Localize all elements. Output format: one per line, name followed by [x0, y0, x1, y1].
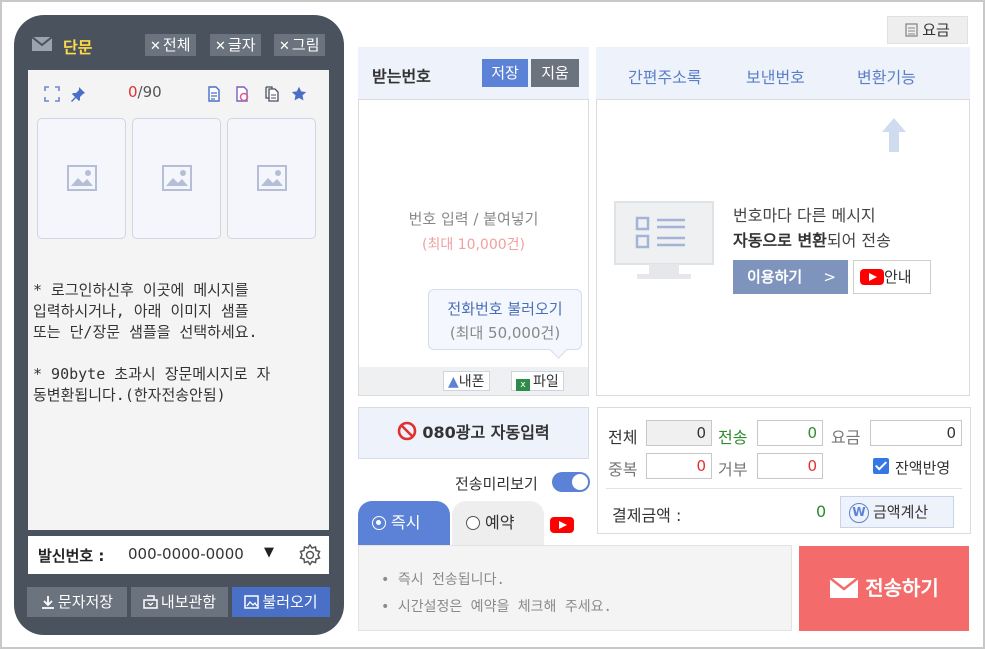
- payment-label: 결제금액 :: [612, 506, 682, 525]
- file-upload-button[interactable]: x 파일: [511, 371, 564, 391]
- image-icon: [257, 165, 287, 191]
- star-icon[interactable]: [291, 86, 307, 102]
- list-icon: [905, 23, 918, 37]
- message-phone-panel: 단문 ✕ 전체 ✕ 글자 ✕ 그림 0/90 * 로그인하신후 이곳에 메시지를…: [14, 15, 344, 635]
- image-sample-slot-3[interactable]: [227, 118, 316, 239]
- total-label: 전체: [608, 428, 638, 447]
- upload-arrow-icon: ▲: [448, 374, 459, 390]
- radio-selected: [372, 516, 386, 530]
- sender-number-select[interactable]: 000-0000-0000: [128, 545, 244, 563]
- calculate-amount-button[interactable]: W 금액계산: [840, 496, 954, 528]
- load-message-button[interactable]: 불러오기: [232, 587, 330, 617]
- payment-amount: 0: [816, 502, 827, 521]
- reject-label: 거부: [718, 460, 748, 479]
- image-sample-slot-2[interactable]: [132, 118, 221, 239]
- clear-all-button[interactable]: ✕ 전체: [145, 34, 196, 56]
- storage-box-icon: [143, 595, 158, 609]
- duplicate-count: 0: [646, 453, 712, 479]
- youtube-icon[interactable]: [550, 517, 574, 533]
- save-message-button[interactable]: 문자저장: [27, 587, 127, 617]
- send-preview-toggle[interactable]: [552, 472, 590, 492]
- phone-screen: 0/90 * 로그인하신후 이곳에 메시지를 입력하시거나, 아래 이미지 샘플…: [28, 70, 329, 530]
- duplicate-label: 중복: [608, 460, 638, 479]
- tab-sent-numbers[interactable]: 보낸번호: [746, 64, 805, 88]
- save-numbers-button[interactable]: 저장: [482, 59, 528, 87]
- reject-count: 0: [757, 453, 823, 479]
- balance-apply-label: 잔액반영: [895, 459, 951, 477]
- balance-apply-checkbox[interactable]: [873, 458, 889, 474]
- fee-amount: 0: [870, 420, 962, 446]
- use-feature-button[interactable]: 이용하기 >: [733, 260, 848, 294]
- send-stats-panel: 전체 0 전송 0 요금 0 중복 0 거부 0 잔액반영 결제금액 : 0 W…: [597, 407, 971, 534]
- x-icon: ✕: [150, 39, 161, 54]
- x-icon: ✕: [279, 39, 290, 54]
- message-guide-2: * 90byte 초과시 장문메시지로 자 동변환됩니다.(한자전송안됨): [33, 365, 271, 404]
- excel-icon: x: [516, 379, 530, 391]
- send-preview-label: 전송미리보기: [455, 475, 538, 493]
- receiver-number-input[interactable]: 번호 입력 / 붙여넣기 (최대 10,000건) 전화번호 불러오기 (최대 …: [358, 99, 589, 396]
- sender-number-row: 발신번호 : 000-0000-0000 ▼: [28, 536, 329, 574]
- dropdown-caret-icon[interactable]: ▼: [264, 545, 274, 560]
- editor-toolbar: 0/90: [28, 70, 329, 110]
- load-phone-numbers-tooltip: 전화번호 불러오기 (최대 50,000건): [428, 289, 582, 350]
- feature-tabs: 간편주소록 보낸번호 변환기능: [596, 47, 970, 99]
- mail-icon: [829, 577, 859, 598]
- byte-counter: 0/90: [128, 83, 162, 101]
- clear-numbers-button[interactable]: 지움: [531, 59, 579, 87]
- message-guide-1: * 로그인하신후 이곳에 메시지를 입력하시거나, 아래 이미지 샘플 또는 단…: [33, 281, 258, 341]
- special-char-icon[interactable]: [234, 86, 250, 102]
- tab-address-book[interactable]: 간편주소록: [628, 64, 702, 88]
- send-notice-box: • 즉시 전송됩니다. • 시간설정은 예약을 체크해 주세요.: [358, 545, 792, 631]
- chevron-right-icon: >: [823, 268, 836, 286]
- clear-image-button[interactable]: ✕ 그림: [274, 34, 325, 56]
- sender-number-label: 발신번호 :: [38, 547, 105, 565]
- download-icon: [41, 596, 54, 609]
- pin-icon[interactable]: [70, 86, 86, 102]
- image-sample-slot-1[interactable]: [37, 118, 126, 239]
- receiver-header: 받는번호 저장 지움: [358, 47, 589, 99]
- mail-icon: [32, 37, 52, 51]
- sent-count: 0: [757, 420, 823, 446]
- receiver-max-hint: (최대 10,000건): [421, 237, 525, 253]
- notice-line-1: • 즉시 전송됩니다.: [381, 572, 505, 588]
- my-storage-button[interactable]: 내보관함: [131, 587, 228, 617]
- total-count: 0: [646, 420, 712, 446]
- gear-icon[interactable]: [298, 543, 322, 567]
- image-icon: [162, 165, 192, 191]
- image-icon: [67, 165, 97, 191]
- send-button[interactable]: 전송하기: [799, 546, 969, 631]
- sent-label: 전송: [718, 428, 748, 447]
- monitor-icon: [614, 201, 714, 279]
- clear-text-button[interactable]: ✕ 글자: [210, 34, 261, 56]
- won-icon: W: [849, 503, 869, 523]
- fee-button[interactable]: 요금: [887, 16, 968, 44]
- tab-convert-feature[interactable]: 변환기능: [857, 64, 916, 88]
- copy-document-icon[interactable]: [264, 86, 280, 102]
- radio-unselected: [466, 516, 480, 530]
- arrow-up-icon: [882, 118, 906, 152]
- x-icon: ✕: [215, 39, 226, 54]
- tab-send-reserve[interactable]: 예약: [452, 501, 544, 545]
- tab-send-now[interactable]: 즉시: [358, 501, 450, 545]
- receiver-input-hint: 번호 입력 / 붙여넣기: [408, 210, 539, 228]
- ad-080-auto-input-button[interactable]: 080광고 자동입력: [358, 407, 589, 459]
- receiver-footer: ▲내폰 x 파일: [359, 367, 588, 395]
- document-icon[interactable]: [206, 86, 222, 102]
- notice-line-2: • 시간설정은 예약을 체크해 주세요.: [381, 599, 612, 615]
- my-phone-button[interactable]: ▲내폰: [443, 371, 490, 391]
- image-load-icon: [244, 595, 260, 609]
- info-line-2: 자동으로 변환되어 전송: [733, 231, 891, 250]
- phone-header: 단문 ✕ 전체 ✕ 글자 ✕ 그림: [30, 33, 330, 57]
- message-type-label: 단문: [63, 38, 93, 57]
- divider: [606, 488, 962, 489]
- message-textarea[interactable]: * 로그인하신후 이곳에 메시지를 입력하시거나, 아래 이미지 샘플 또는 단…: [33, 280, 323, 427]
- prohibited-icon: [398, 421, 417, 441]
- expand-icon[interactable]: [44, 86, 60, 102]
- guide-video-button[interactable]: 안내: [853, 260, 931, 294]
- receiver-title: 받는번호: [372, 67, 431, 86]
- feature-info-panel: 번호마다 다른 메시지 자동으로 변환되어 전송 이용하기 > 안내: [596, 99, 970, 396]
- info-line-1: 번호마다 다른 메시지: [733, 206, 876, 225]
- fee-label: 요금: [831, 428, 861, 447]
- youtube-icon: [860, 269, 884, 285]
